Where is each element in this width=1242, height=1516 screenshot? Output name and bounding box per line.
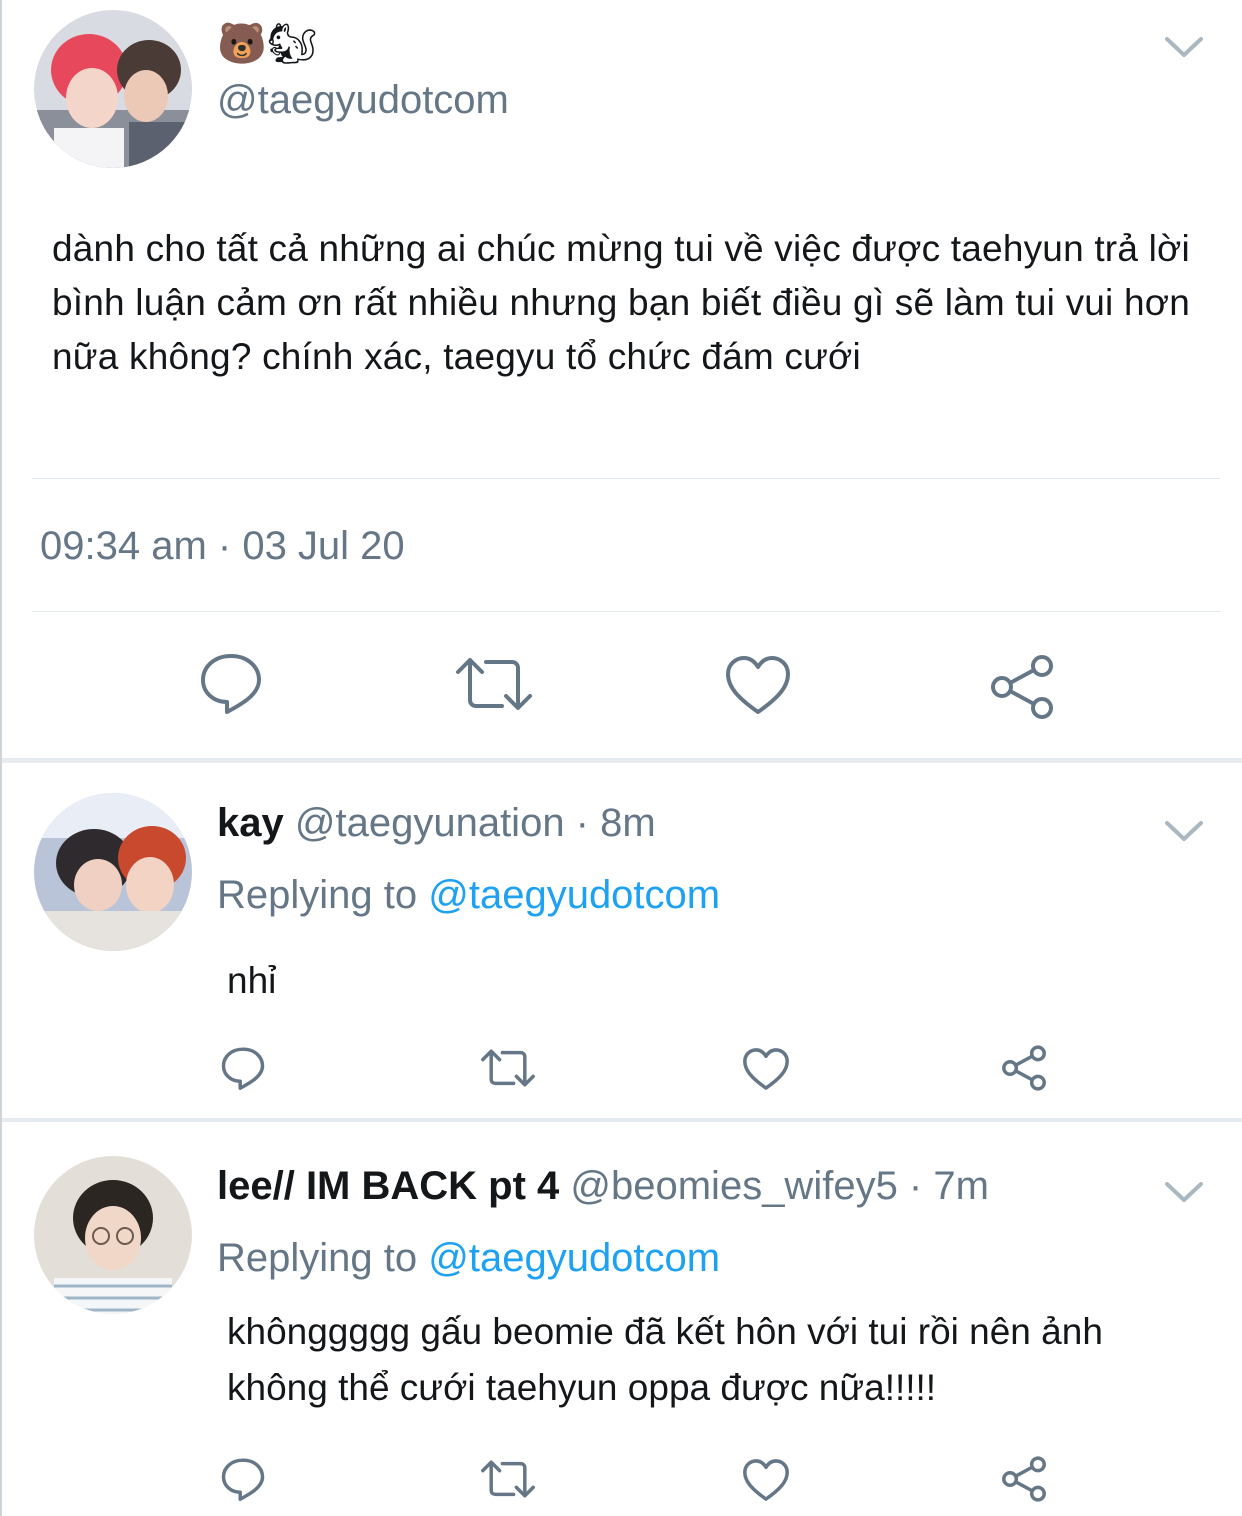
reply-header: kay @taegyunation · 8m bbox=[217, 801, 656, 846]
divider bbox=[32, 478, 1220, 479]
tweet-text: khônggggg gấu beomie đã kết hôn với tui … bbox=[227, 1311, 1103, 1408]
display-name[interactable]: kay bbox=[217, 801, 284, 845]
reply-tweet: kay @taegyunation · 8m Replying to @taeg… bbox=[2, 763, 1242, 1118]
tweet-text: nhỉ bbox=[227, 960, 277, 1001]
avatar[interactable] bbox=[34, 1156, 192, 1314]
divider bbox=[32, 611, 1220, 612]
reply-time: · 8m bbox=[564, 801, 656, 845]
retweet-icon[interactable] bbox=[480, 1047, 536, 1089]
reply-icon[interactable] bbox=[220, 1045, 266, 1091]
main-tweet: 🐻🐿 @taegyudotcom dành cho tất cả những a… bbox=[2, 0, 1242, 760]
mention-link[interactable]: @taegyudotcom bbox=[428, 1236, 720, 1280]
display-name[interactable]: 🐻🐿 bbox=[217, 20, 318, 68]
tweet-thread: 🐻🐿 @taegyudotcom dành cho tất cả những a… bbox=[0, 0, 1242, 1516]
retweet-icon[interactable] bbox=[454, 654, 534, 714]
chevron-down-icon[interactable] bbox=[1164, 35, 1204, 59]
like-icon[interactable] bbox=[724, 654, 792, 716]
share-icon[interactable] bbox=[1000, 1456, 1048, 1502]
replying-to: Replying to @taegyudotcom bbox=[217, 1236, 720, 1281]
share-icon[interactable] bbox=[988, 654, 1056, 720]
mention-link[interactable]: @taegyudotcom bbox=[428, 873, 720, 917]
chevron-down-icon[interactable] bbox=[1164, 1180, 1204, 1204]
retweet-icon[interactable] bbox=[480, 1458, 536, 1500]
reply-time: · 7m bbox=[897, 1164, 989, 1208]
replying-to: Replying to @taegyudotcom bbox=[217, 873, 720, 918]
user-handle[interactable]: @taegyunation bbox=[295, 801, 565, 845]
chevron-down-icon[interactable] bbox=[1164, 819, 1204, 843]
replying-label: Replying to bbox=[217, 1236, 429, 1280]
reply-tweet: lee// IM BACK pt 4 @beomies_wifey5 · 7m … bbox=[2, 1122, 1242, 1516]
tweet-text: dành cho tất cả những ai chúc mừng tui v… bbox=[52, 228, 1190, 377]
reply-header: lee// IM BACK pt 4 @beomies_wifey5 · 7m bbox=[217, 1164, 989, 1209]
display-name[interactable]: lee// IM BACK pt 4 bbox=[217, 1164, 559, 1208]
replying-label: Replying to bbox=[217, 873, 429, 917]
like-icon[interactable] bbox=[742, 1458, 790, 1502]
user-handle[interactable]: @beomies_wifey5 bbox=[570, 1164, 897, 1208]
reply-icon[interactable] bbox=[220, 1456, 266, 1502]
tweet-timestamp[interactable]: 09:34 am · 03 Jul 20 bbox=[40, 524, 405, 569]
avatar[interactable] bbox=[34, 793, 192, 951]
like-icon[interactable] bbox=[742, 1047, 790, 1091]
share-icon[interactable] bbox=[1000, 1045, 1048, 1091]
reply-icon[interactable] bbox=[198, 650, 264, 716]
user-handle[interactable]: @taegyudotcom bbox=[217, 78, 509, 123]
avatar[interactable] bbox=[34, 10, 192, 168]
